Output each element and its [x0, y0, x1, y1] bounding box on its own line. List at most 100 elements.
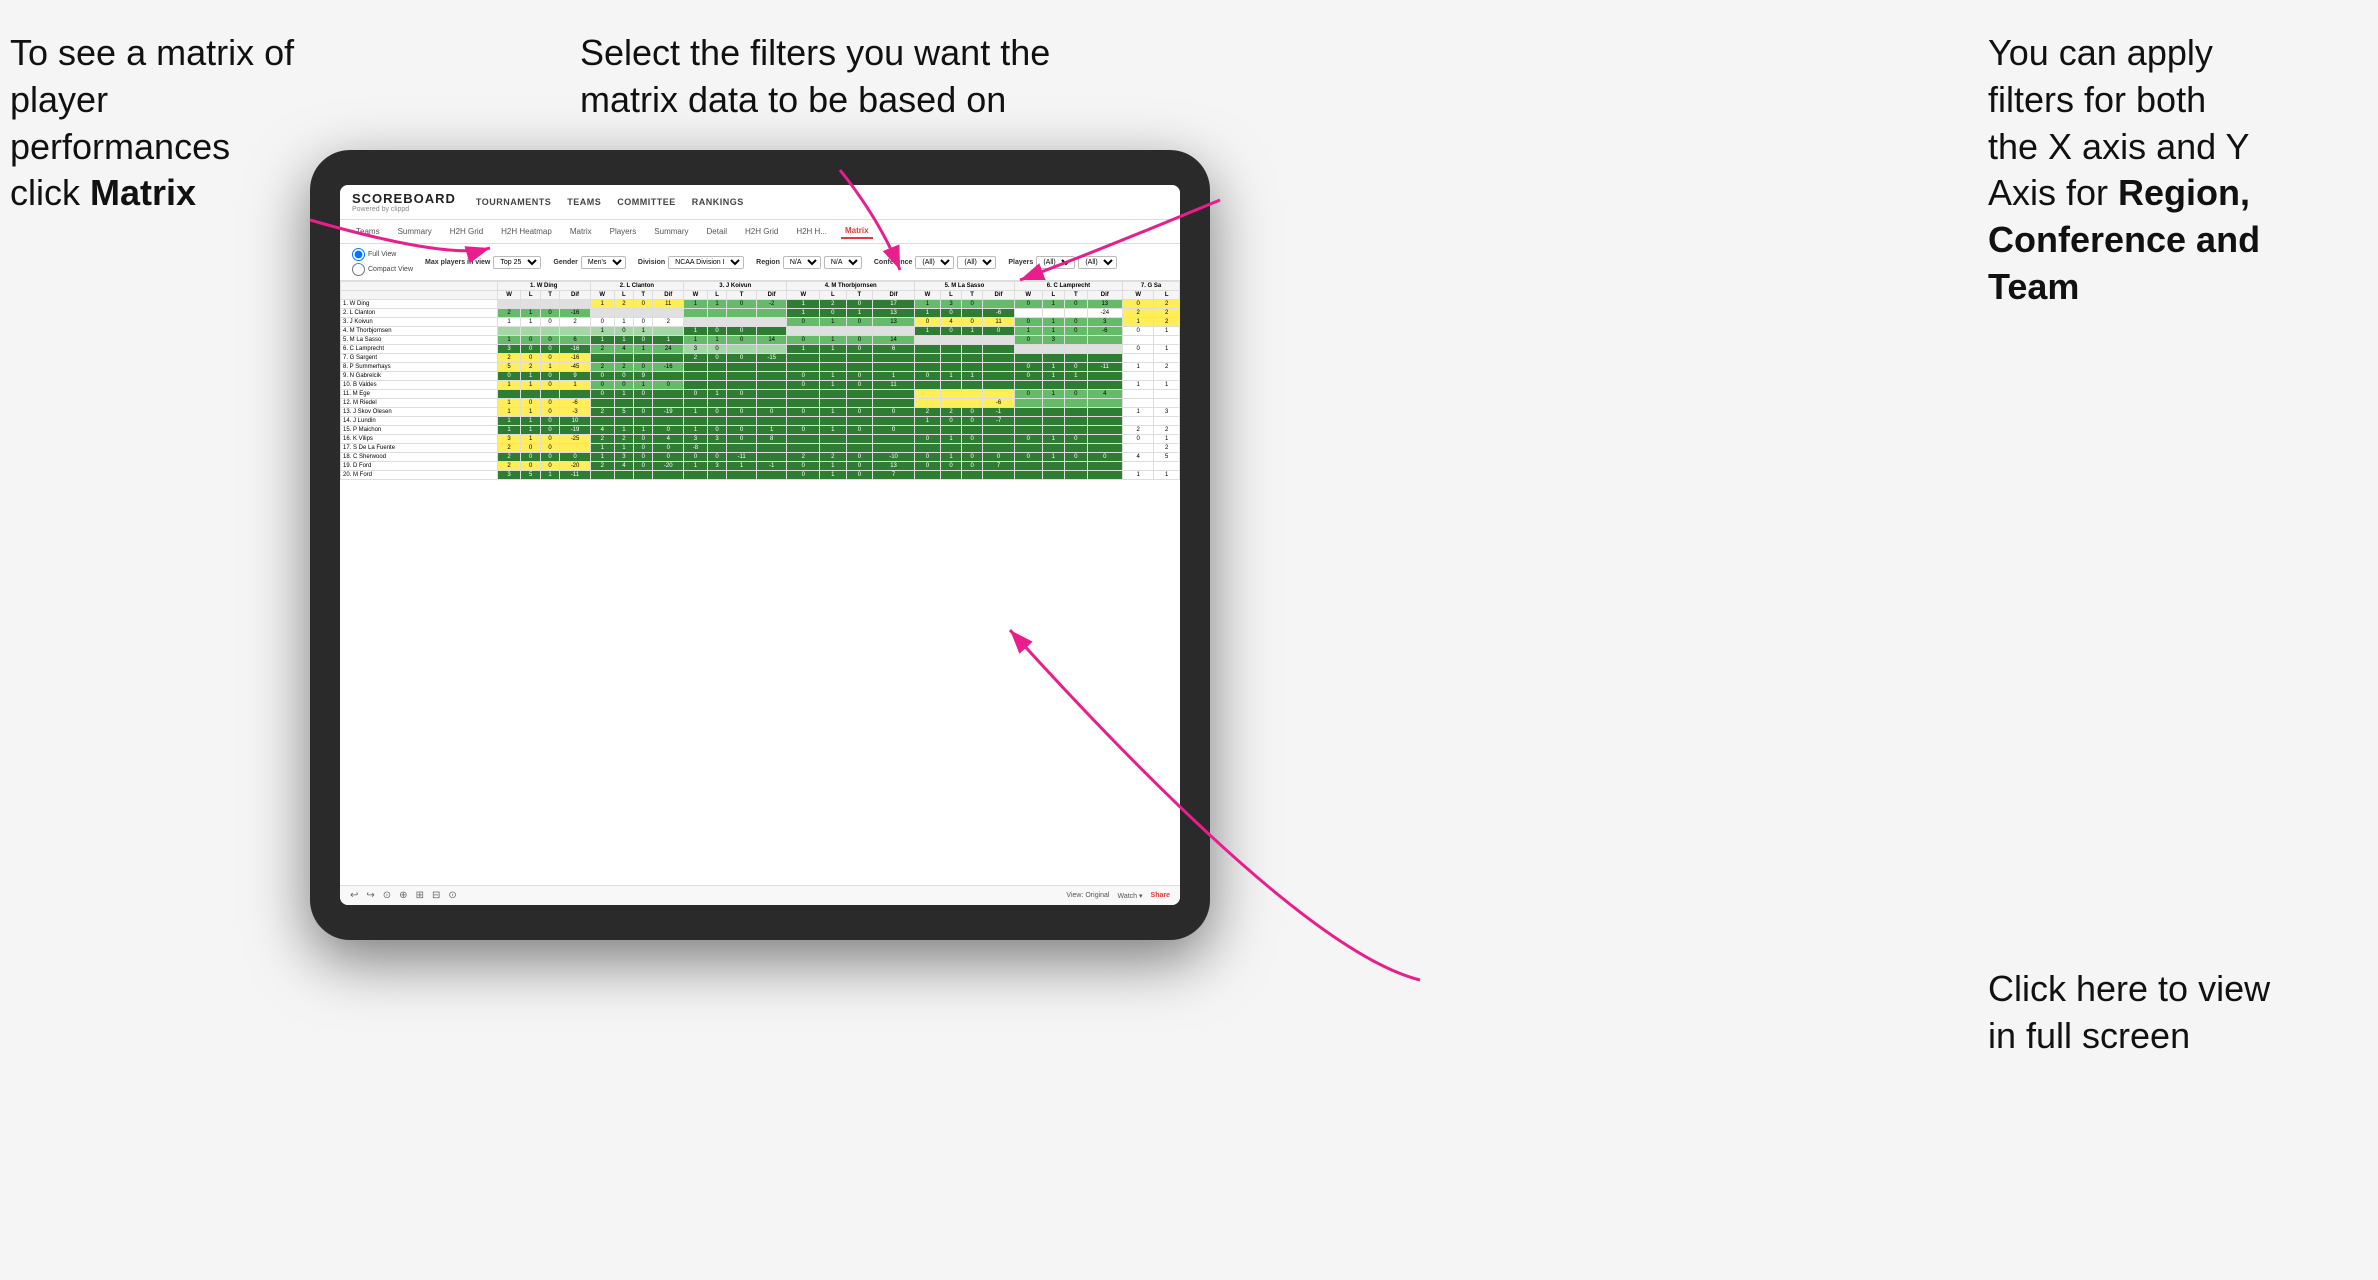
row-label: 18. C Sherwood: [341, 453, 498, 462]
division-filter: Division NCAA Division I: [638, 256, 744, 269]
ann-right-line4-normal: Axis for: [1988, 172, 2118, 213]
settings-button[interactable]: ⊙: [448, 890, 456, 901]
toolbar-left: ↩ ↪ ⊙ ⊕ ⊞ ⊟ ⊙: [350, 890, 457, 901]
table-row: 1. W Ding 12011 110-2 12017 130 01013 02: [341, 300, 1180, 309]
col-header-empty: [341, 282, 498, 291]
ann-right-line4-bold: Region,: [2118, 172, 2250, 213]
table-row: 5. M La Sasso 1006 1101 11014 01014 03: [341, 336, 1180, 345]
ann-br-line2: in full screen: [1988, 1015, 2190, 1056]
table-row: 15. P Maichon 110-19 4110 1001 0100 22: [341, 426, 1180, 435]
sub-nav-h2h-heatmap[interactable]: H2H Heatmap: [497, 225, 556, 238]
table-row: 3. J Koivun 1102 0102 01013 04011 0103 1…: [341, 318, 1180, 327]
refresh-button[interactable]: ⊙: [383, 890, 391, 901]
full-view-radio[interactable]: Full View: [352, 248, 413, 261]
share-button[interactable]: Share: [1151, 892, 1170, 899]
sub-nav-players[interactable]: Players: [606, 225, 641, 238]
region-filter: Region N/A N/A: [756, 256, 862, 269]
filter-row-1: Full View Compact View Max players in vi…: [352, 248, 1168, 276]
sh-w4: W: [787, 291, 820, 300]
row-label: 13. J Skov Olesen: [341, 408, 498, 417]
region-y-select[interactable]: N/A: [824, 256, 862, 269]
sh-w1: W: [497, 291, 521, 300]
row-label: 6. C Lamprecht: [341, 345, 498, 354]
logo-sub: Powered by clippd: [352, 206, 456, 213]
players-y-select[interactable]: (All): [1078, 256, 1117, 269]
players-filter: Players (All) (All): [1008, 256, 1117, 269]
sh-t4: T: [846, 291, 873, 300]
conference-label: Conference: [874, 259, 913, 266]
sub-nav-matrix[interactable]: Matrix: [566, 225, 596, 238]
nav-committee[interactable]: COMMITTEE: [617, 197, 676, 207]
zoom-out-button[interactable]: ⊟: [432, 890, 440, 901]
col-header-6: 6. C Lamprecht: [1014, 282, 1122, 291]
players-x-select[interactable]: (All): [1036, 256, 1075, 269]
sub-nav-h2h-grid[interactable]: H2H Grid: [446, 225, 487, 238]
nav-teams[interactable]: TEAMS: [567, 197, 601, 207]
main-nav: TOURNAMENTS TEAMS COMMITTEE RANKINGS: [476, 197, 744, 207]
row-label: 5. M La Sasso: [341, 336, 498, 345]
sh-w6: W: [1014, 291, 1042, 300]
row-label: 1. W Ding: [341, 300, 498, 309]
nav-tournaments[interactable]: TOURNAMENTS: [476, 197, 551, 207]
row-label: 10. B Valdes: [341, 381, 498, 390]
division-select[interactable]: NCAA Division I: [668, 256, 744, 269]
sub-nav-summary2[interactable]: Summary: [650, 225, 692, 238]
sub-nav-teams[interactable]: Teams: [352, 225, 384, 238]
table-row: 13. J Skov Olesen 110-3 250-19 1000 0100…: [341, 408, 1180, 417]
sub-nav-detail[interactable]: Detail: [703, 225, 731, 238]
sub-header-empty: [341, 291, 498, 300]
expand-button[interactable]: ⊕: [399, 890, 407, 901]
sub-nav-h2h-grid2[interactable]: H2H Grid: [741, 225, 782, 238]
sh-t1: T: [540, 291, 559, 300]
region-x-select[interactable]: N/A: [783, 256, 821, 269]
tablet-screen: SCOREBOARD Powered by clippd TOURNAMENTS…: [340, 185, 1180, 905]
annotation-right: You can apply filters for both the X axi…: [1988, 30, 2348, 311]
view-radio-group: Full View Compact View: [352, 248, 413, 276]
table-row: 11. M Ege 010 010 0104: [341, 390, 1180, 399]
gender-select[interactable]: Men's: [581, 256, 626, 269]
ann-left-line3-normal: click: [10, 172, 90, 213]
watch-button[interactable]: Watch ▾: [1117, 892, 1142, 900]
table-row: 20. M Ford 351-11 0107 11: [341, 471, 1180, 480]
view-original-label[interactable]: View: Original: [1066, 892, 1109, 899]
table-row: 7. G Sargent 200-16 200-15: [341, 354, 1180, 363]
table-row: 8. P Summerhays 521-45 220-16 010-11 12: [341, 363, 1180, 372]
col-header-4: 4. M Thorbjornsen: [787, 282, 915, 291]
tablet-device: SCOREBOARD Powered by clippd TOURNAMENTS…: [310, 150, 1210, 940]
redo-button[interactable]: ↪: [366, 890, 374, 901]
sub-nav: Teams Summary H2H Grid H2H Heatmap Matri…: [340, 220, 1180, 244]
zoom-in-button[interactable]: ⊞: [416, 890, 424, 901]
ann-right-line5-bold: Conference and: [1988, 219, 2260, 260]
sh-t2: T: [634, 291, 653, 300]
row-label: 11. M Ege: [341, 390, 498, 399]
ann-left-line3-bold: Matrix: [90, 172, 196, 213]
sub-nav-matrix-active[interactable]: Matrix: [841, 224, 873, 239]
col-header-5: 5. M La Sasso: [914, 282, 1014, 291]
compact-view-radio[interactable]: Compact View: [352, 263, 413, 276]
ann-left-line1: To see a matrix of: [10, 32, 294, 73]
top-nav: SCOREBOARD Powered by clippd TOURNAMENTS…: [340, 185, 1180, 220]
sh-l1: L: [521, 291, 540, 300]
sh-l5: L: [940, 291, 961, 300]
bottom-toolbar: ↩ ↪ ⊙ ⊕ ⊞ ⊟ ⊙ View: Original Watch ▾ Sha…: [340, 885, 1180, 905]
undo-button[interactable]: ↩: [350, 890, 358, 901]
col-header-1: 1. W Ding: [497, 282, 590, 291]
max-players-select[interactable]: Top 25: [493, 256, 541, 269]
table-row: 12. M Riedel 100-6 -6: [341, 399, 1180, 408]
row-label: 9. N Gabrelcik: [341, 372, 498, 381]
matrix-container: 1. W Ding 2. L Clanton 3. J Koivun 4. M …: [340, 281, 1180, 885]
region-label: Region: [756, 259, 780, 266]
sub-nav-summary[interactable]: Summary: [394, 225, 436, 238]
sh-l3: L: [707, 291, 726, 300]
row-label: 4. M Thorbjornsen: [341, 327, 498, 336]
row-label: 3. J Koivun: [341, 318, 498, 327]
row-label: 20. M Ford: [341, 471, 498, 480]
table-row: 9. N Gabrelcik 0109 009 0101 011 011: [341, 372, 1180, 381]
row-label: 16. K Vilips: [341, 435, 498, 444]
table-row: 4. M Thorbjornsen 101 100 1010 110-6 01: [341, 327, 1180, 336]
nav-rankings[interactable]: RANKINGS: [692, 197, 744, 207]
sub-nav-h2h-h[interactable]: H2H H...: [792, 225, 831, 238]
conference-x-select[interactable]: (All): [915, 256, 954, 269]
row-label: 12. M Riedel: [341, 399, 498, 408]
conference-y-select[interactable]: (All): [957, 256, 996, 269]
